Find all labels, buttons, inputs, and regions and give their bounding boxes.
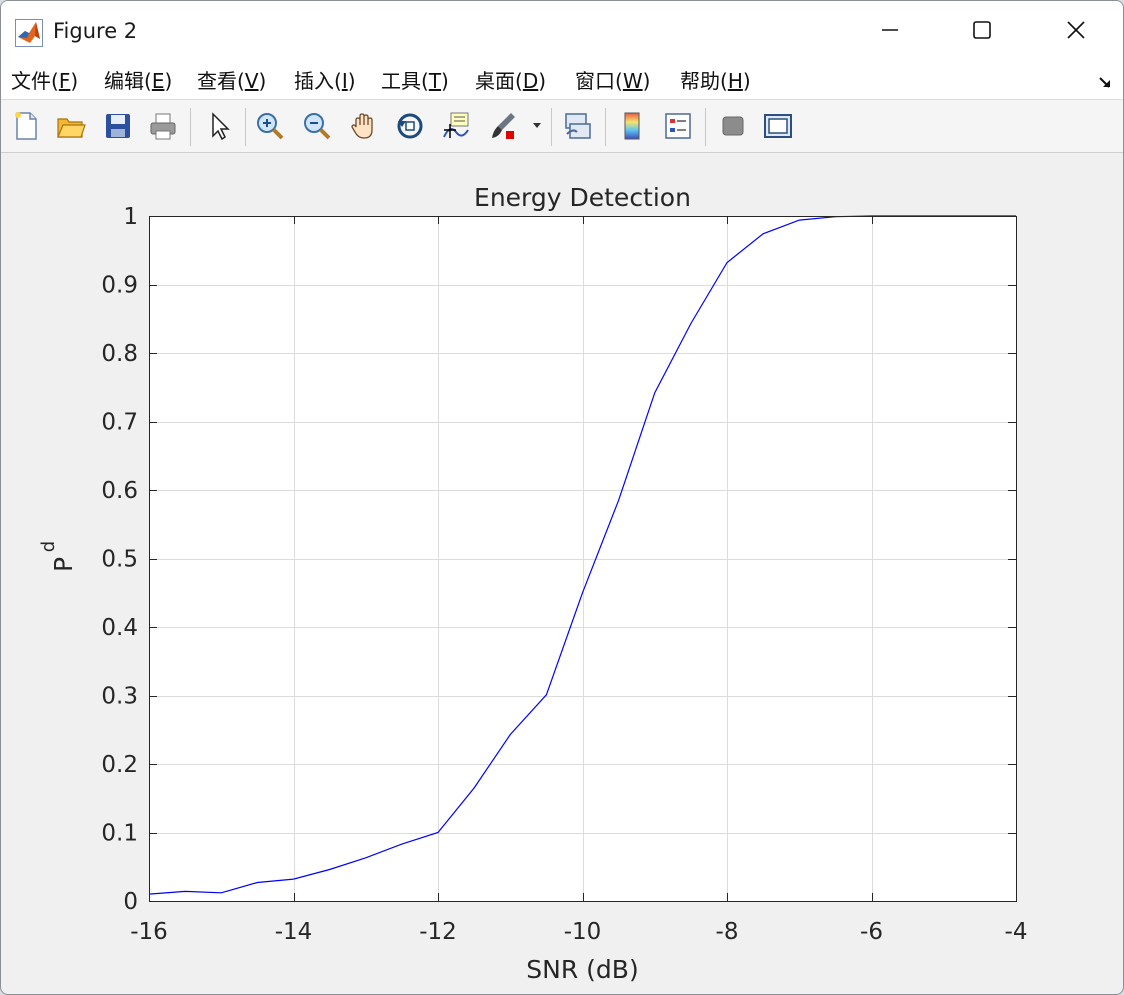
legend-button[interactable] bbox=[660, 108, 696, 144]
chart-svg[interactable]: -16 -14 -12 -10 -8 -6 -4 0 0.1 0.2 0.3 0.4 0.5 0.6 0.7… bbox=[5, 153, 1121, 991]
y-tick-label: 0.4 bbox=[101, 615, 138, 641]
window-title: Figure 2 bbox=[53, 19, 138, 43]
print-icon bbox=[150, 113, 176, 140]
menu-insert[interactable]: 插入(I) bbox=[294, 67, 356, 95]
save-icon bbox=[106, 114, 130, 138]
maximize-button[interactable] bbox=[959, 7, 1005, 53]
minimize-icon bbox=[882, 29, 898, 31]
zoom-in-icon bbox=[257, 113, 284, 140]
link-plot-icon bbox=[565, 113, 591, 139]
data-cursor-icon bbox=[443, 112, 469, 138]
x-tick-label: -16 bbox=[130, 919, 168, 945]
close-button[interactable] bbox=[1053, 7, 1099, 53]
x-tick-label: -12 bbox=[419, 919, 457, 945]
toolbar-separator bbox=[605, 108, 606, 146]
toolbar-separator bbox=[245, 108, 246, 146]
brush-dropdown-button[interactable] bbox=[529, 108, 545, 144]
y-axis-label: P d bbox=[38, 541, 78, 572]
dock-figure-icon[interactable] bbox=[1097, 73, 1115, 91]
y-tick-label: 0.3 bbox=[101, 684, 138, 710]
menu-window[interactable]: 窗口(W) bbox=[575, 67, 650, 95]
hide-plot-tools-icon bbox=[722, 116, 744, 136]
pan-icon bbox=[351, 113, 373, 139]
pointer-icon bbox=[212, 112, 230, 141]
y-tick-label: 0.7 bbox=[101, 410, 138, 436]
toolbar-separator bbox=[551, 108, 552, 146]
toolbar-separator bbox=[190, 108, 191, 146]
colorbar-button[interactable] bbox=[614, 108, 650, 144]
pan-button[interactable] bbox=[346, 108, 382, 144]
save-button[interactable] bbox=[100, 108, 136, 144]
menu-view[interactable]: 查看(V) bbox=[197, 67, 266, 95]
legend-icon bbox=[665, 113, 691, 139]
y-tick-label: 0.2 bbox=[101, 752, 138, 778]
matlab-logo-icon bbox=[15, 19, 43, 47]
close-icon bbox=[1067, 21, 1085, 39]
rotate-3d-button[interactable] bbox=[392, 108, 428, 144]
y-tick-label: 0.5 bbox=[101, 547, 138, 573]
brush-icon bbox=[492, 113, 515, 139]
y-tick-label: 0.8 bbox=[101, 341, 138, 367]
show-plot-tools-icon bbox=[764, 114, 792, 138]
y-tick-label: 0.6 bbox=[101, 478, 138, 504]
link-plot-button[interactable] bbox=[559, 108, 595, 144]
menu-edit[interactable]: 编辑(E) bbox=[104, 67, 172, 95]
x-tick-label: -4 bbox=[1005, 919, 1028, 945]
menu-tools[interactable]: 工具(T) bbox=[381, 67, 449, 95]
print-button[interactable] bbox=[145, 108, 181, 144]
title-bar[interactable]: Figure 2 bbox=[1, 1, 1123, 63]
menu-file[interactable]: 文件(F) bbox=[11, 67, 78, 95]
y-tick-label: 0.1 bbox=[101, 821, 138, 847]
x-axis-label: SNR (dB) bbox=[526, 955, 638, 984]
colorbar-icon bbox=[624, 112, 640, 140]
open-file-button[interactable] bbox=[53, 108, 89, 144]
new-figure-button[interactable] bbox=[8, 108, 44, 144]
zoom-out-button[interactable] bbox=[299, 108, 335, 144]
figure-window: Figure 2 文件(F) 编辑(E) 查看(V) 插入(I) 工具(T) 桌… bbox=[0, 0, 1124, 995]
y-tick-label: 1 bbox=[123, 204, 138, 230]
menu-help[interactable]: 帮助(H) bbox=[680, 67, 751, 95]
rotate-3d-icon bbox=[397, 113, 423, 139]
minimize-button[interactable] bbox=[867, 7, 913, 53]
edit-plot-button[interactable] bbox=[201, 108, 237, 144]
axes-background[interactable] bbox=[149, 216, 1016, 901]
x-tick-label: -8 bbox=[716, 919, 739, 945]
toolbar-separator bbox=[705, 108, 706, 146]
zoom-out-icon bbox=[304, 113, 331, 140]
brush-button[interactable] bbox=[485, 108, 521, 144]
figure-toolbar bbox=[1, 100, 1123, 153]
chevron-down-icon bbox=[533, 123, 541, 128]
y-axis-label-main: P bbox=[49, 557, 78, 572]
show-plot-tools-button[interactable] bbox=[760, 108, 796, 144]
open-file-icon bbox=[57, 118, 86, 138]
menu-bar: 文件(F) 编辑(E) 查看(V) 插入(I) 工具(T) 桌面(D) 窗口(W… bbox=[1, 63, 1123, 100]
y-axis-label-subscript: d bbox=[38, 541, 59, 552]
x-tick-label: -10 bbox=[564, 919, 602, 945]
chart-title: Energy Detection bbox=[474, 183, 691, 212]
figure-canvas: -16 -14 -12 -10 -8 -6 -4 0 0.1 0.2 0.3 0.4 0.5 0.6 0.7… bbox=[5, 153, 1121, 991]
x-tick-label: -14 bbox=[275, 919, 313, 945]
data-cursor-button[interactable] bbox=[438, 108, 474, 144]
maximize-icon bbox=[973, 21, 991, 39]
new-figure-icon bbox=[15, 112, 37, 140]
zoom-in-button[interactable] bbox=[252, 108, 288, 144]
hide-plot-tools-button[interactable] bbox=[715, 108, 751, 144]
y-tick-label: 0 bbox=[123, 889, 138, 915]
menu-desktop[interactable]: 桌面(D) bbox=[475, 67, 546, 95]
x-tick-label: -6 bbox=[860, 919, 883, 945]
y-tick-label: 0.9 bbox=[101, 273, 138, 299]
